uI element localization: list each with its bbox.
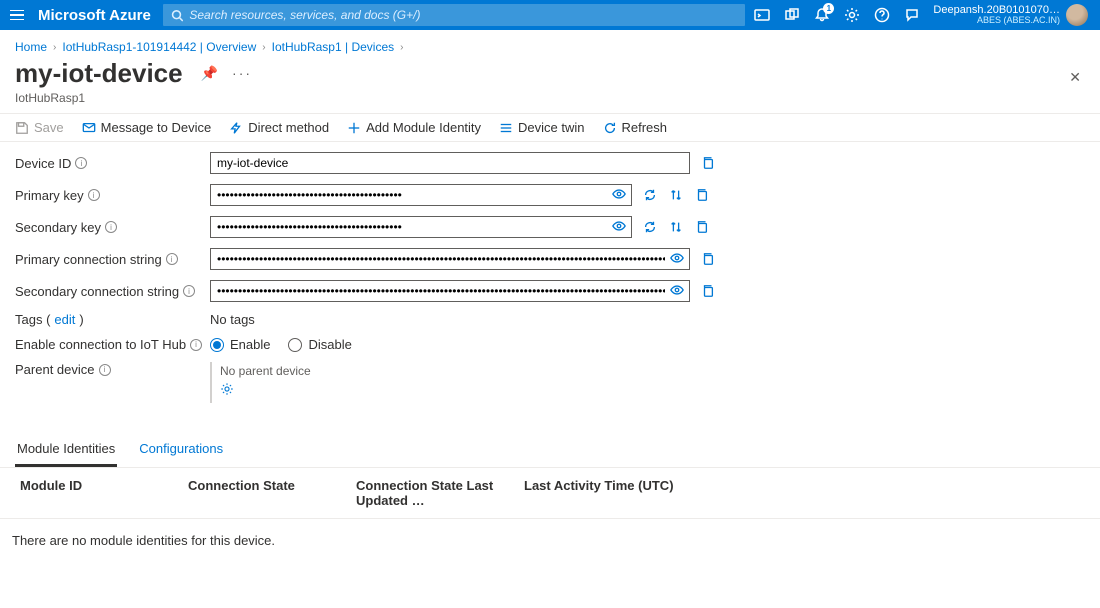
brand[interactable]: Microsoft Azure — [38, 7, 151, 24]
breadcrumb: Home› IotHubRasp1-101914442 | Overview› … — [0, 30, 1100, 58]
parent-device-value: No parent device — [220, 364, 311, 378]
info-icon[interactable]: i — [105, 221, 117, 233]
add-module-button[interactable]: Add Module Identity — [347, 120, 481, 135]
info-icon[interactable]: i — [99, 364, 111, 376]
crumb-home[interactable]: Home — [15, 40, 47, 54]
more-icon[interactable]: ··· — [232, 65, 252, 81]
chevron-right-icon: › — [53, 42, 56, 53]
enable-radio[interactable]: Enable — [210, 337, 270, 352]
feedback-icon[interactable] — [897, 0, 927, 30]
notifications-icon[interactable]: 1 — [807, 0, 837, 30]
secondary-key-field[interactable] — [210, 216, 632, 238]
pin-icon[interactable]: 📌 — [201, 65, 218, 82]
direct-method-button[interactable]: Direct method — [229, 120, 329, 135]
col-last-activity: Last Activity Time (UTC) — [524, 478, 692, 508]
search-icon — [171, 9, 184, 22]
swap-icon[interactable] — [668, 219, 684, 235]
secondary-conn-string-label: Secondary connection string — [15, 284, 179, 299]
table-empty-message: There are no module identities for this … — [0, 519, 1100, 562]
chevron-right-icon: › — [400, 42, 403, 53]
parent-device-label: Parent device — [15, 362, 95, 377]
col-connection-updated: Connection State Last Updated … — [356, 478, 524, 508]
device-id-field[interactable] — [210, 152, 690, 174]
azure-topbar: Microsoft Azure 1 Deepansh.20B0101070… A… — [0, 0, 1100, 30]
menu-icon[interactable] — [6, 4, 28, 26]
close-icon[interactable]: ✕ — [1069, 69, 1081, 86]
copy-icon[interactable] — [700, 283, 716, 299]
command-bar: Save Message to Device Direct method Add… — [0, 113, 1100, 142]
primary-conn-string-field[interactable] — [210, 248, 690, 270]
search-input[interactable] — [189, 8, 736, 22]
tags-label: Tags ( — [15, 312, 50, 327]
info-icon[interactable]: i — [75, 157, 87, 169]
page-title: my-iot-device — [15, 58, 183, 89]
user-org: ABES (ABES.AC.IN) — [933, 16, 1060, 26]
info-icon[interactable]: i — [88, 189, 100, 201]
settings-icon[interactable] — [837, 0, 867, 30]
user-menu[interactable]: Deepansh.20B0101070… ABES (ABES.AC.IN) — [927, 4, 1094, 26]
message-button[interactable]: Message to Device — [82, 120, 212, 135]
topbar-right: 1 Deepansh.20B0101070… ABES (ABES.AC.IN) — [747, 0, 1094, 30]
gear-icon[interactable] — [220, 382, 234, 396]
crumb-devices[interactable]: IotHubRasp1 | Devices — [272, 40, 395, 54]
copy-icon[interactable] — [694, 219, 710, 235]
primary-key-field[interactable] — [210, 184, 632, 206]
directories-icon[interactable] — [777, 0, 807, 30]
reveal-icon[interactable] — [612, 187, 626, 201]
secondary-key-label: Secondary key — [15, 220, 101, 235]
enable-connection-label: Enable connection to IoT Hub — [15, 337, 186, 352]
disable-radio[interactable]: Disable — [288, 337, 351, 352]
device-id-label: Device ID — [15, 156, 71, 171]
swap-icon[interactable] — [668, 187, 684, 203]
table-header: Module ID Connection State Connection St… — [0, 468, 1100, 519]
avatar — [1066, 4, 1088, 26]
col-module-id: Module ID — [20, 478, 188, 508]
info-icon[interactable]: i — [190, 339, 202, 351]
chevron-right-icon: › — [262, 42, 265, 53]
notif-badge: 1 — [823, 3, 834, 14]
tab-module-identities[interactable]: Module Identities — [15, 441, 117, 467]
save-button[interactable]: Save — [15, 120, 64, 135]
tabs: Module Identities Configurations — [0, 423, 1100, 468]
info-icon[interactable]: i — [166, 253, 178, 265]
search-wrap[interactable] — [163, 4, 745, 26]
col-connection-state: Connection State — [188, 478, 356, 508]
tags-edit-link[interactable]: edit — [54, 312, 75, 327]
copy-icon[interactable] — [700, 155, 716, 171]
page-subtitle: IotHubRasp1 — [0, 89, 1100, 113]
regenerate-icon[interactable] — [642, 219, 658, 235]
regenerate-icon[interactable] — [642, 187, 658, 203]
device-form: Device ID i Primary key i Secondary key i P… — [0, 142, 1100, 423]
help-icon[interactable] — [867, 0, 897, 30]
refresh-button[interactable]: Refresh — [603, 120, 668, 135]
primary-key-label: Primary key — [15, 188, 84, 203]
tab-configurations[interactable]: Configurations — [137, 441, 225, 467]
crumb-overview[interactable]: IotHubRasp1-101914442 | Overview — [62, 40, 256, 54]
primary-conn-string-label: Primary connection string — [15, 252, 162, 267]
copy-icon[interactable] — [700, 251, 716, 267]
reveal-icon[interactable] — [612, 219, 626, 233]
tags-value: No tags — [210, 312, 255, 327]
reveal-icon[interactable] — [670, 251, 684, 265]
cloudshell-icon[interactable] — [747, 0, 777, 30]
device-twin-button[interactable]: Device twin — [499, 120, 584, 135]
secondary-conn-string-field[interactable] — [210, 280, 690, 302]
copy-icon[interactable] — [694, 187, 710, 203]
info-icon[interactable]: i — [183, 285, 195, 297]
reveal-icon[interactable] — [670, 283, 684, 297]
